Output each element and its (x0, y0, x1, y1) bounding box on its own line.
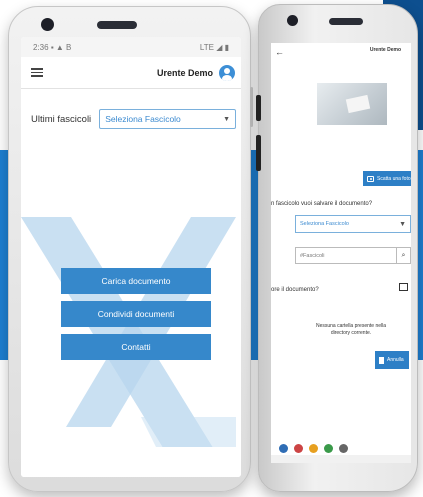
empty-directory-message: Nessuna cartella presente nella director… (315, 323, 387, 336)
cancel-label: Annulla (387, 357, 404, 363)
phone-screen-upload: ← Urente Demo Scatta una foto n fascicol… (271, 43, 411, 463)
avatar-icon[interactable] (219, 64, 235, 81)
contacts-button[interactable]: Contatti (61, 334, 211, 360)
folder-select[interactable]: Seleziona Fascicolo ▼ (295, 215, 411, 233)
earpiece-speaker (97, 21, 137, 29)
volume-button (256, 95, 261, 121)
back-arrow-icon[interactable]: ← (275, 47, 284, 57)
folder-search-placeholder: #Fascicoli (300, 252, 325, 259)
status-left: 2:36 ▪ ▲ B (33, 43, 71, 52)
search-icon[interactable]: ⌕ (396, 248, 410, 263)
folder-select[interactable]: Seleziona Fascicolo ▼ (99, 109, 236, 129)
status-time: 2:36 (33, 42, 49, 52)
app-dock-icon[interactable] (324, 443, 333, 453)
app-dock-icon[interactable] (294, 443, 303, 453)
bottom-bar (271, 455, 411, 463)
front-camera (287, 15, 298, 26)
document-photo-preview (317, 83, 387, 125)
user-name: Urente Demo (156, 67, 213, 78)
folder-select-value: Seleziona Fascicolo (300, 221, 349, 227)
status-network: LTE ◢ ▮ (199, 42, 229, 52)
app-header: Urente Demo (21, 57, 241, 89)
bottom-bar (21, 447, 241, 477)
header-user: Urente Demo (156, 64, 235, 81)
document-question: ore il documento? (271, 287, 319, 293)
cancel-button[interactable]: Annulla (375, 351, 409, 369)
folder-icon[interactable] (399, 283, 408, 291)
recent-files-label: Ultimi fascicoli (31, 113, 92, 125)
folder-select-value: Seleziona Fascicolo (105, 114, 181, 124)
folder-search-input[interactable]: #Fascicoli ⌕ (295, 247, 411, 264)
app-dock-icon[interactable] (279, 443, 288, 453)
user-name: Urente Demo (369, 47, 401, 53)
caret-down-icon: ▼ (399, 220, 406, 228)
earpiece-speaker (329, 18, 363, 25)
app-header: ← Urente Demo (271, 43, 411, 67)
front-camera (41, 18, 54, 31)
taskbar (279, 441, 389, 455)
app-dock-icon[interactable] (309, 443, 318, 453)
power-button (256, 135, 261, 171)
recent-files-row: Ultimi fascicoli Seleziona Fascicolo ▼ (31, 109, 236, 129)
phone-angled: ← Urente Demo Scatta una foto n fascicol… (256, 4, 418, 492)
caret-down-icon: ▼ (223, 115, 230, 123)
status-bar: 2:36 ▪ ▲ B LTE ◢ ▮ (21, 37, 241, 57)
app-dock-icon[interactable] (339, 443, 348, 453)
upload-document-button[interactable]: Carica documento (61, 268, 211, 294)
hamburger-menu-icon[interactable] (31, 68, 43, 77)
phone-screen-home: 2:36 ▪ ▲ B LTE ◢ ▮ Urente Demo Ultimi fa… (21, 37, 241, 477)
take-photo-label: Scatta una foto (377, 175, 411, 182)
share-documents-button[interactable]: Condividi documenti (61, 301, 211, 327)
phone-front: 2:36 ▪ ▲ B LTE ◢ ▮ Urente Demo Ultimi fa… (8, 6, 253, 492)
take-photo-button[interactable]: Scatta una foto (363, 171, 411, 186)
status-icons: ▪ ▲ B (50, 42, 72, 52)
trash-icon (379, 356, 384, 364)
camera-icon (367, 175, 374, 182)
side-button (250, 87, 253, 127)
folder-question: n fascicolo vuoi salvare il documento? (271, 201, 373, 207)
